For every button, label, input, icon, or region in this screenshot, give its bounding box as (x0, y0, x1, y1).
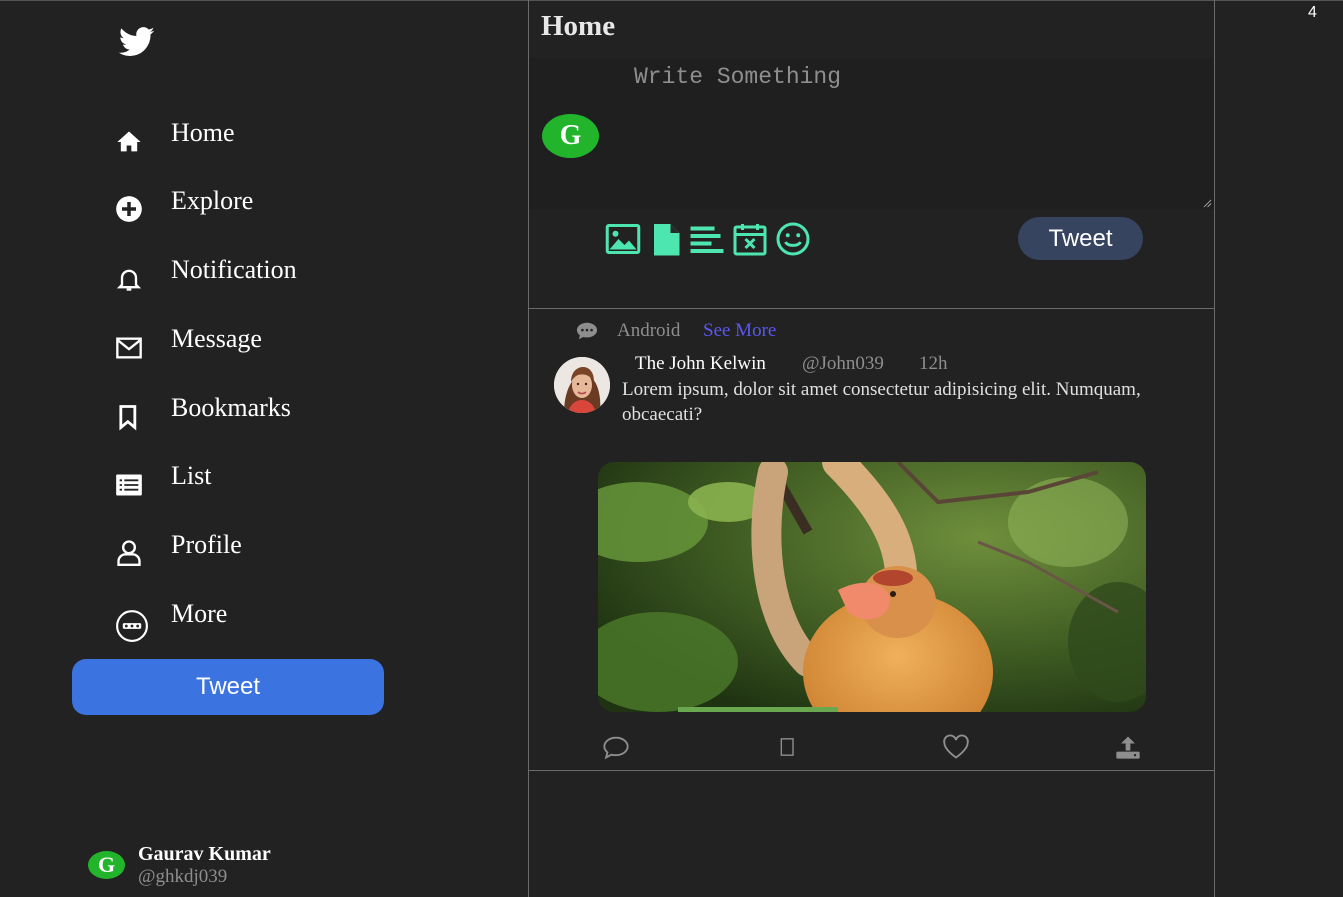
post-timestamp: 12h (919, 353, 948, 374)
envelope-icon (116, 337, 142, 359)
avatar[interactable]: G (542, 114, 599, 158)
file-icon[interactable] (648, 222, 684, 256)
compose-input[interactable] (632, 62, 1206, 206)
sidebar-item-label: List (171, 461, 212, 490)
image-icon[interactable] (605, 222, 641, 256)
see-more-link[interactable]: See More (703, 320, 776, 342)
sidebar-item-bookmarks[interactable]: Bookmarks (115, 393, 415, 443)
bookmark-icon (119, 405, 137, 431)
sidebar-item-list[interactable]: List (115, 461, 415, 511)
post-author[interactable]: The John Kelwin (635, 353, 766, 375)
retweet-icon[interactable] (772, 734, 800, 760)
sidebar-item-label: Explore (171, 186, 254, 215)
calendar-x-icon[interactable] (732, 222, 768, 256)
post-topic: Android (617, 320, 681, 341)
comment-bubble-icon (576, 322, 598, 340)
sidebar-item-more[interactable]: More (115, 599, 415, 649)
sidebar-item-label: Notification (171, 255, 297, 284)
post-divider (529, 770, 1214, 771)
list-icon (116, 474, 142, 496)
sidebar-item-message[interactable]: Message (115, 324, 415, 374)
sidebar-item-label: Bookmarks (171, 393, 291, 422)
share-icon[interactable] (1114, 734, 1142, 760)
sidebar-item-label: Profile (171, 530, 242, 559)
top-border (0, 0, 1343, 1)
post-handle[interactable]: @John039 (802, 353, 884, 375)
sidebar-item-home[interactable]: Home (115, 118, 415, 168)
plus-circle-icon (116, 196, 142, 222)
sidebar-item-label: Message (171, 324, 262, 353)
twitter-bird-icon[interactable] (119, 27, 155, 57)
page-title: Home (541, 10, 616, 42)
home-icon (117, 131, 141, 152)
sidebar-item-explore[interactable]: Explore (115, 186, 415, 236)
sidebar-item-profile[interactable]: Profile (115, 530, 415, 580)
resize-handle-icon[interactable] (1203, 199, 1212, 208)
compose-tweet-button[interactable]: Tweet (1018, 217, 1143, 260)
post-text: Lorem ipsum, dolor sit amet consectetur … (622, 379, 1141, 425)
column-divider-right (1214, 0, 1215, 897)
user-name: Gaurav Kumar (138, 843, 271, 865)
comment-icon[interactable] (602, 734, 630, 760)
avatar[interactable]: G (88, 851, 125, 879)
compose-divider (529, 308, 1214, 309)
more-circle-icon (116, 610, 148, 642)
sidebar-tweet-button[interactable]: Tweet (72, 659, 384, 715)
user-handle: @ghkdj039 (138, 866, 228, 887)
smiley-icon[interactable] (775, 222, 811, 256)
sidebar-item-label: Home (171, 118, 235, 147)
overlay-number: 4 (1308, 4, 1317, 21)
sidebar-item-label: More (171, 599, 228, 628)
avatar[interactable] (554, 357, 610, 413)
bell-icon (116, 269, 142, 291)
post-image[interactable] (598, 462, 1146, 712)
heart-icon[interactable] (942, 734, 970, 760)
user-icon (117, 540, 141, 566)
align-left-icon[interactable] (689, 222, 725, 256)
sidebar-item-notification[interactable]: Notification (115, 255, 415, 305)
